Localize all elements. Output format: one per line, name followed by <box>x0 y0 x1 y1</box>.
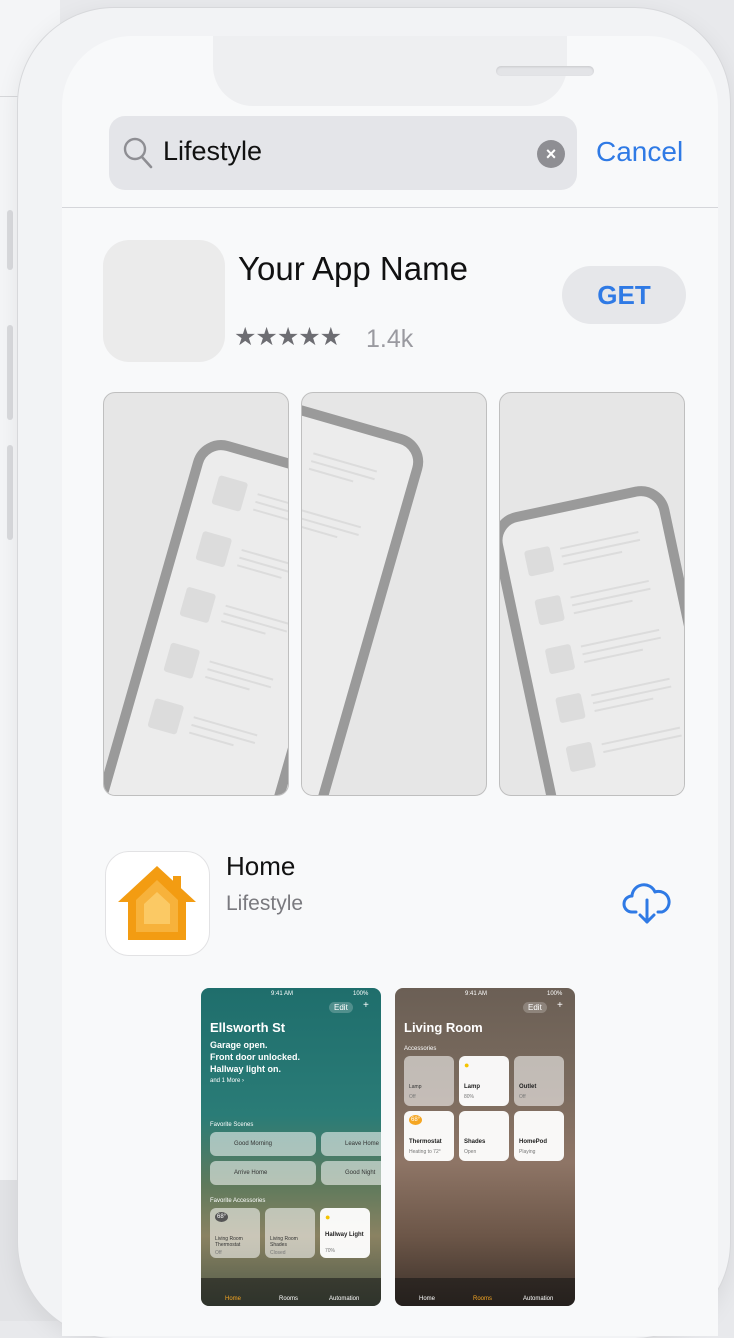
rating-count: 1.4k <box>366 325 414 353</box>
phone-screen: Lifestyle × Cancel Your App Name ★★★★★ 1… <box>62 36 718 1336</box>
bulb-icon: ● <box>325 1212 331 1222</box>
side-button <box>7 210 13 270</box>
status-line: Garage open. <box>210 1040 268 1050</box>
tab-bar: Home Rooms Automation <box>201 1278 381 1306</box>
room-title: Living Room <box>404 1020 483 1035</box>
home-screenshot-living-room[interactable]: 9:41 AM 100% Edit + Living Room Accessor… <box>395 988 575 1306</box>
status-time: 9:41 AM <box>271 991 294 997</box>
app-screenshot[interactable] <box>103 392 289 796</box>
status-battery: 100% <box>547 991 563 997</box>
accessory-tile: 68° Thermostat Heating to 72° <box>404 1111 454 1161</box>
star-rating: ★★★★★ <box>234 323 342 351</box>
bulb-icon: ● <box>464 1060 470 1070</box>
phone-frame: Lifestyle × Cancel Your App Name ★★★★★ 1… <box>18 8 730 1338</box>
side-button <box>7 325 13 420</box>
get-button[interactable]: GET <box>562 266 686 324</box>
app-screenshot[interactable] <box>499 392 685 796</box>
phone-mockup-illustration <box>500 486 684 795</box>
side-button <box>7 445 13 540</box>
accessory-tile: HomePod Playing <box>514 1111 564 1161</box>
add-button: + <box>557 1000 563 1011</box>
accessory-tile: 68° Living Room Thermostat Off <box>210 1208 260 1258</box>
scene-tile: Good Night <box>321 1161 381 1185</box>
home-app-name[interactable]: Home <box>226 851 295 882</box>
status-battery: 100% <box>353 991 369 997</box>
search-bar[interactable]: Lifestyle × <box>109 116 577 190</box>
home-title: Ellsworth St <box>210 1020 286 1035</box>
search-input[interactable]: Lifestyle <box>163 136 262 167</box>
add-button: + <box>363 1000 369 1011</box>
search-icon <box>123 137 153 169</box>
accessories-header: Favorite Accessories <box>210 1198 266 1204</box>
accessory-tile: ● Lamp 80% <box>459 1056 509 1106</box>
cancel-button[interactable]: Cancel <box>596 136 683 168</box>
edit-button: Edit <box>523 1002 547 1013</box>
scene-tile: Arrive Home <box>210 1161 316 1185</box>
edit-button: Edit <box>329 1002 353 1013</box>
speaker-grille <box>496 66 594 76</box>
accessory-tile: Living Room Shades Closed <box>265 1208 315 1258</box>
scene-tile: Good Morning <box>210 1132 316 1156</box>
accessory-tile: ● Hallway Light 70% <box>320 1208 370 1258</box>
status-line: Hallway light on. <box>210 1064 282 1074</box>
scenes-header: Favorite Scenes <box>210 1122 254 1128</box>
phone-mockup-illustration <box>302 399 424 795</box>
accessories-header: Accessories <box>404 1046 437 1052</box>
accessory-tile: Outlet Off <box>514 1056 564 1106</box>
status-time: 9:41 AM <box>465 991 488 997</box>
phone-mockup-illustration <box>104 440 288 795</box>
notch <box>213 36 594 106</box>
accessory-tile: Lamp Off <box>404 1056 454 1106</box>
status-line: Front door unlocked. <box>210 1052 300 1062</box>
more-link: and 1 More › <box>210 1078 245 1084</box>
accessory-tile: Shades Open <box>459 1111 509 1161</box>
app-screenshot[interactable] <box>301 392 487 796</box>
home-app-icon[interactable] <box>105 851 210 956</box>
home-app-category: Lifestyle <box>226 892 304 915</box>
app-name[interactable]: Your App Name <box>238 250 468 288</box>
header-divider <box>62 207 718 208</box>
tab-bar: Home Rooms Automation <box>395 1278 575 1306</box>
home-screenshot-ellsworth[interactable]: 9:41 AM 100% Edit + Ellsworth St Garage … <box>201 988 381 1306</box>
app-icon-placeholder[interactable] <box>103 240 225 362</box>
clear-icon[interactable]: × <box>537 140 565 168</box>
scene-tile: Leave Home <box>321 1132 381 1156</box>
house-icon <box>118 866 196 940</box>
cloud-download-icon[interactable] <box>622 878 672 928</box>
